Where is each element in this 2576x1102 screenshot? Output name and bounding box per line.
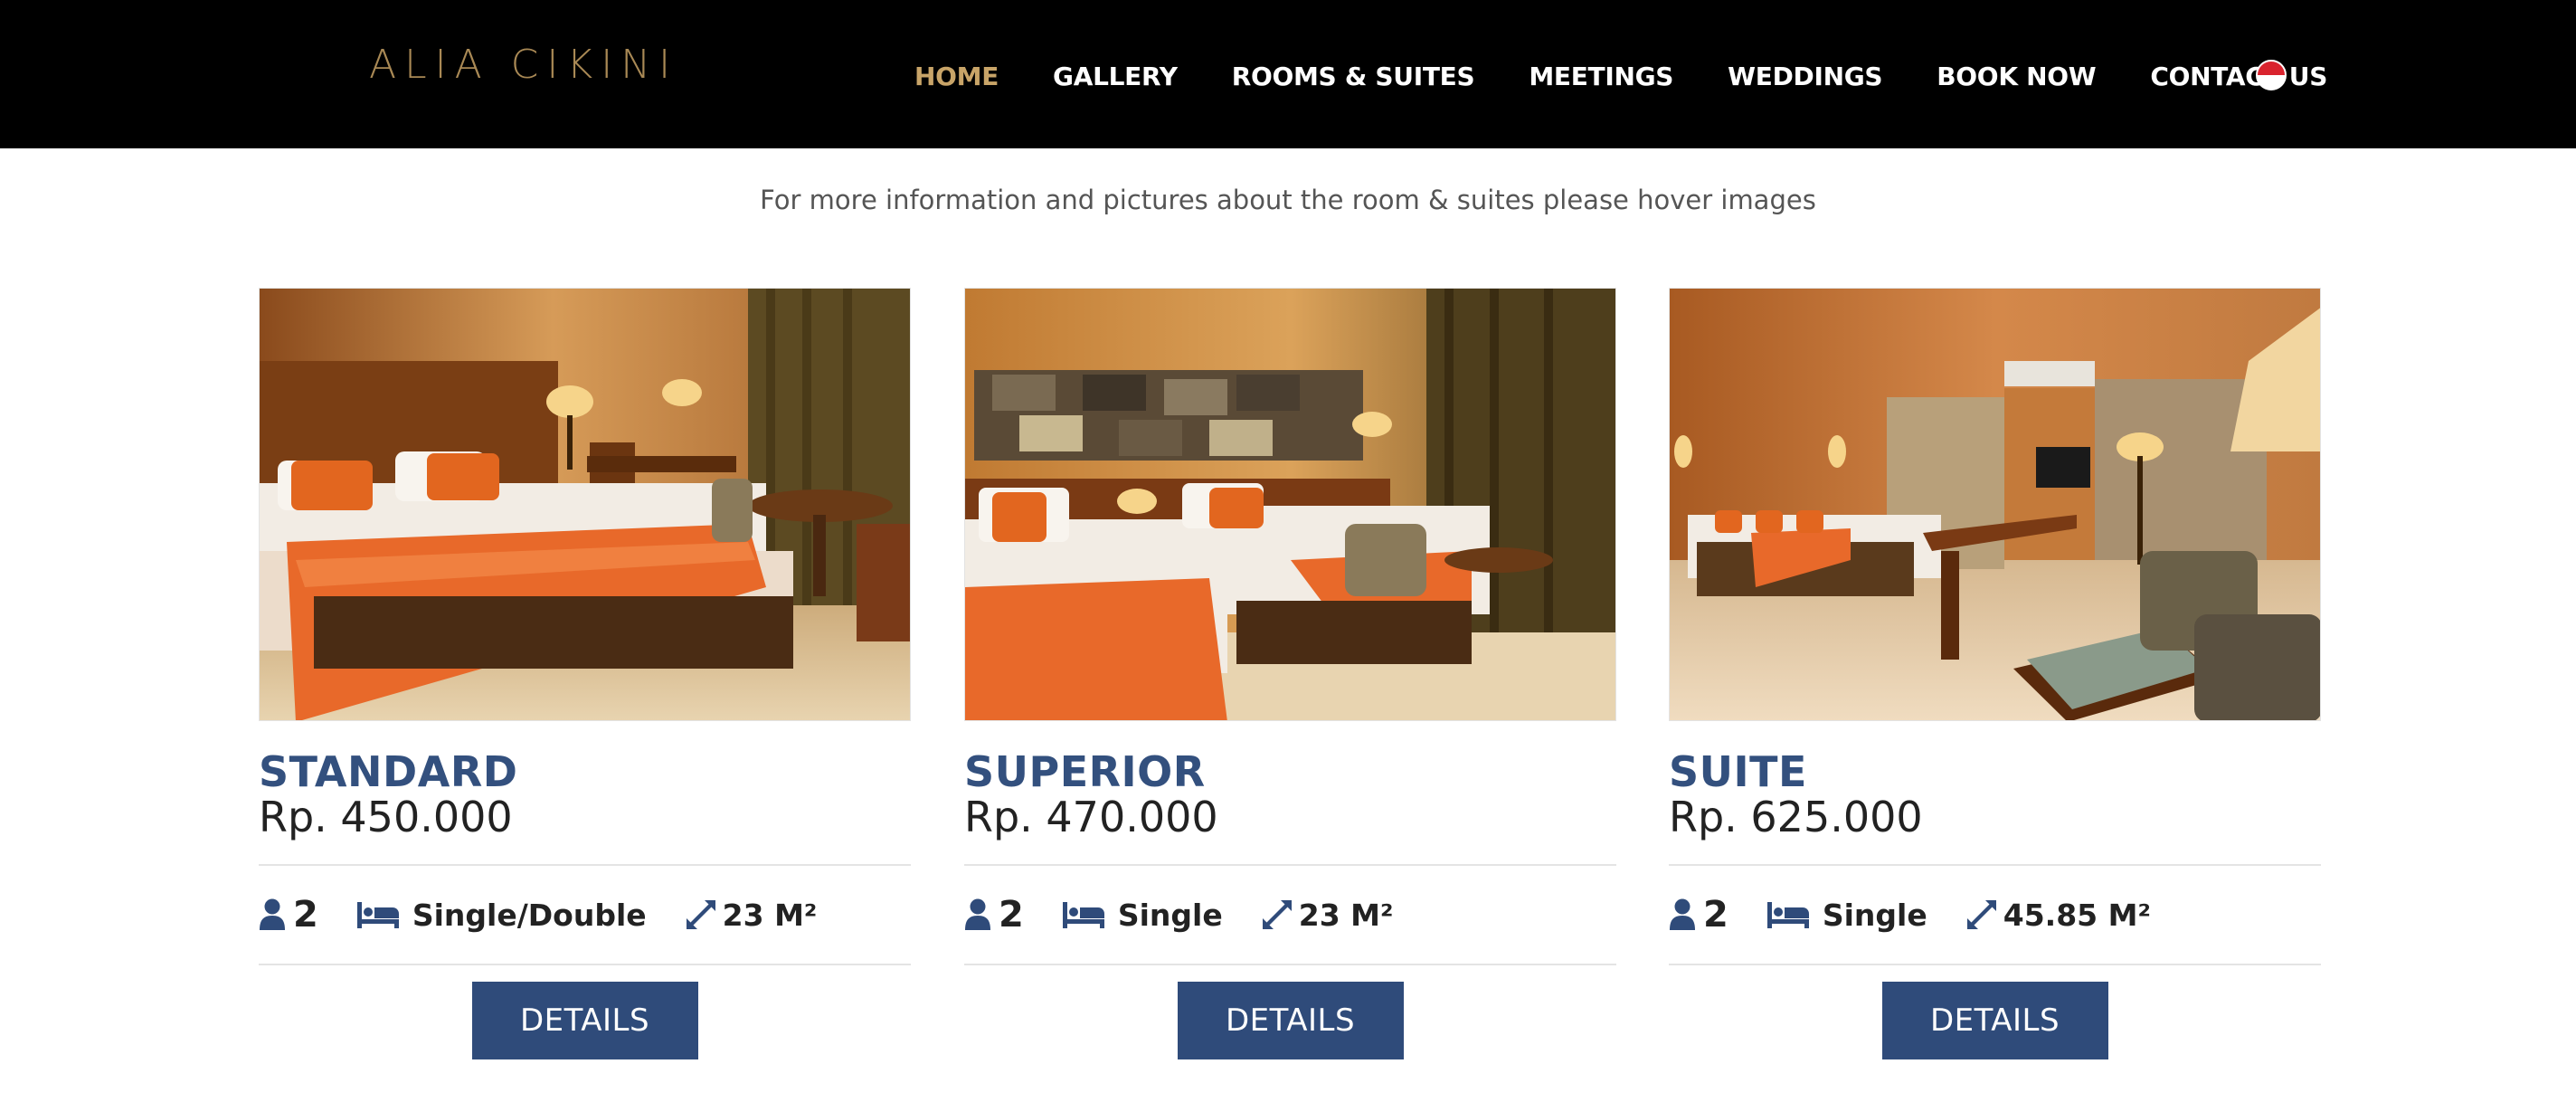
rooms-intro-text: For more information and pictures about … bbox=[760, 185, 1816, 215]
room-features: 2 Single/Double 23 M² bbox=[259, 866, 911, 964]
bed-type: Single bbox=[1117, 897, 1223, 933]
room-area: 23 M² bbox=[722, 897, 818, 933]
persons-feature: 2 bbox=[1669, 894, 1728, 936]
site-header: ALIA CIKINI HOME GALLERY ROOMS & SUITES … bbox=[0, 0, 2576, 148]
nav-item-home[interactable]: HOME bbox=[914, 62, 999, 91]
room-price: Rp. 470.000 bbox=[964, 793, 1218, 841]
nav-item-contact-us[interactable]: CONTACT US bbox=[2150, 62, 2327, 91]
indonesia-flag-icon[interactable] bbox=[2256, 60, 2287, 90]
person-icon bbox=[965, 898, 990, 930]
standard-room-image bbox=[260, 289, 910, 720]
persons-count: 2 bbox=[1703, 894, 1728, 936]
beds-feature: Single/Double bbox=[356, 898, 647, 933]
persons-count: 2 bbox=[293, 894, 318, 936]
nav-item-rooms-suites[interactable]: ROOMS & SUITES bbox=[1232, 62, 1475, 91]
room-card-suite: SUITE Rp. 625.000 2 Single 45.85 M² DETA… bbox=[1669, 288, 2321, 1059]
suite-room-image bbox=[1670, 289, 2320, 720]
room-area: 23 M² bbox=[1298, 897, 1394, 933]
room-photo-suite[interactable] bbox=[1669, 288, 2321, 721]
bed-icon bbox=[1766, 902, 1809, 928]
persons-count: 2 bbox=[999, 894, 1024, 936]
expand-icon bbox=[686, 900, 715, 929]
bed-icon bbox=[1062, 902, 1104, 928]
area-feature: 45.85 M² bbox=[1965, 898, 2151, 933]
bed-type: Single bbox=[1822, 897, 1927, 933]
persons-feature: 2 bbox=[964, 894, 1024, 936]
person-icon bbox=[1670, 898, 1695, 930]
room-features: 2 Single 23 M² bbox=[964, 866, 1616, 964]
nav-item-book-now[interactable]: BOOK NOW bbox=[1937, 62, 2096, 91]
divider bbox=[259, 964, 911, 965]
divider bbox=[1669, 964, 2321, 965]
room-photo-standard[interactable] bbox=[259, 288, 911, 721]
superior-room-image bbox=[965, 289, 1615, 720]
room-title: SUITE bbox=[1669, 747, 1807, 796]
persons-feature: 2 bbox=[259, 894, 318, 936]
room-card-superior: SUPERIOR Rp. 470.000 2 Single 23 M² DETA… bbox=[964, 288, 1616, 1059]
room-price: Rp. 625.000 bbox=[1669, 793, 1923, 841]
expand-icon bbox=[1966, 900, 1996, 929]
details-button[interactable]: DETAILS bbox=[471, 982, 698, 1059]
logo[interactable]: ALIA CIKINI bbox=[369, 42, 678, 88]
area-feature: 23 M² bbox=[685, 897, 818, 933]
room-title: STANDARD bbox=[259, 747, 518, 796]
nav-item-weddings[interactable]: WEDDINGS bbox=[1728, 62, 1882, 91]
room-features: 2 Single 45.85 M² bbox=[1669, 866, 2321, 964]
room-area: 45.85 M² bbox=[2003, 897, 2151, 933]
beds-feature: Single bbox=[1062, 898, 1223, 933]
expand-icon bbox=[1262, 900, 1292, 929]
person-icon bbox=[260, 898, 285, 930]
area-feature: 23 M² bbox=[1261, 897, 1394, 933]
room-price: Rp. 450.000 bbox=[259, 793, 513, 841]
details-button[interactable]: DETAILS bbox=[1881, 982, 2108, 1059]
bed-type: Single/Double bbox=[412, 897, 647, 933]
divider bbox=[964, 964, 1616, 965]
beds-feature: Single bbox=[1766, 898, 1927, 933]
room-title: SUPERIOR bbox=[964, 747, 1206, 796]
room-card-standard: STANDARD Rp. 450.000 2 Single/Double 23 … bbox=[259, 288, 911, 1059]
nav-item-gallery[interactable]: GALLERY bbox=[1053, 62, 1178, 91]
bed-icon bbox=[356, 902, 399, 928]
main-nav: HOME GALLERY ROOMS & SUITES MEETINGS WED… bbox=[914, 58, 2382, 94]
nav-item-meetings[interactable]: MEETINGS bbox=[1529, 62, 1673, 91]
details-button[interactable]: DETAILS bbox=[1177, 982, 1404, 1059]
room-photo-superior[interactable] bbox=[964, 288, 1616, 721]
